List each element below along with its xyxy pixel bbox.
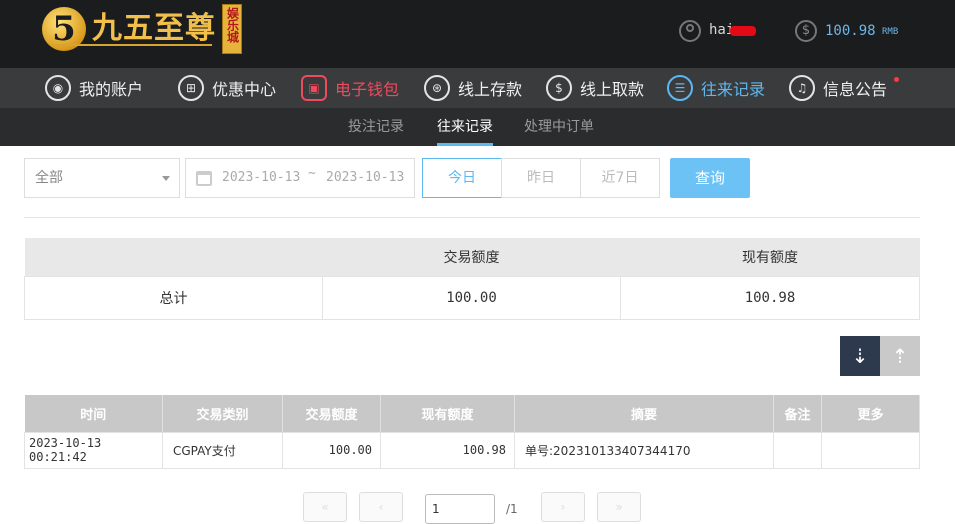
column-header-balance: 现有额度	[380, 395, 515, 432]
date-end: 2023-10-13	[326, 170, 405, 185]
column-header-remark: 备注	[773, 395, 822, 432]
records-table: 时间 交易类别 交易额度 现有额度 摘要 备注 更多 2023-10-13 00…	[24, 395, 920, 469]
nav-announcements[interactable]: ♫ 信息公告	[789, 68, 887, 108]
page-number-input[interactable]: 1	[425, 494, 495, 524]
table-row: 2023-10-13 00:21:42 CGPAY支付 100.00 100.9…	[24, 431, 920, 469]
nav-label: 线上存款	[458, 80, 523, 99]
bell-icon: ♫	[789, 75, 815, 101]
chevron-down-icon	[162, 176, 170, 181]
logo-text: 九五至尊	[92, 11, 216, 46]
summary-current-balance: 100.98	[620, 275, 920, 320]
nav-label: 信息公告	[823, 80, 888, 99]
type-select[interactable]: 全部	[24, 158, 180, 198]
column-header-time: 时间	[24, 395, 163, 432]
last-7-days-button[interactable]: 近7日	[580, 158, 660, 198]
logo-underline	[52, 44, 212, 46]
column-header-amount: 交易额度	[282, 395, 381, 432]
main-nav: ◉ 我的账户 ⊞ 优惠中心 ▣ 电子钱包 ⊛ 线上存款 $ 线上取款 ☰ 往来记…	[0, 68, 955, 108]
sort-descending-icon[interactable]: ⇣	[840, 336, 880, 376]
top-header: 5 九五至尊 娱乐城 hai $ 100.98 RMB	[0, 0, 955, 68]
summary-transaction-amount: 100.00	[322, 275, 621, 320]
nav-label: 往来记录	[701, 80, 766, 99]
nav-promotions[interactable]: ⊞ 优惠中心	[178, 68, 276, 108]
balance-amount: 100.98	[825, 23, 876, 39]
nav-label: 电子钱包	[335, 80, 400, 99]
nav-label: 我的账户	[79, 80, 144, 99]
nav-online-deposit[interactable]: ⊛ 线上存款	[424, 68, 522, 108]
tab-pending-orders[interactable]: 处理中订单	[524, 108, 594, 146]
records-header-row: 时间 交易类别 交易额度 现有额度 摘要 备注 更多	[24, 395, 920, 432]
next-page-button[interactable]: ›	[541, 492, 585, 522]
logo[interactable]: 5 九五至尊 娱乐城	[42, 4, 242, 54]
cell-type: CGPAY支付	[162, 431, 283, 469]
date-start: 2023-10-13	[222, 170, 301, 185]
cell-summary: 单号:202310133407344170	[514, 431, 774, 469]
first-page-button[interactable]: «	[303, 492, 347, 522]
tab-bet-records[interactable]: 投注记录	[348, 108, 404, 146]
tab-transaction-records[interactable]: 往来记录	[437, 108, 493, 146]
cell-amount: 100.00	[282, 431, 381, 469]
column-header-more: 更多	[821, 395, 920, 432]
nav-label: 线上取款	[580, 80, 645, 99]
sub-nav: 投注记录 往来记录 处理中订单	[0, 108, 955, 146]
yesterday-button[interactable]: 昨日	[501, 158, 581, 198]
column-header-summary: 摘要	[514, 395, 774, 432]
cell-remark	[773, 431, 822, 469]
user-avatar-icon	[679, 20, 701, 42]
nav-online-withdraw[interactable]: $ 线上取款	[546, 68, 644, 108]
prev-page-button[interactable]: ‹	[359, 492, 403, 522]
date-separator: ~	[308, 166, 316, 181]
date-range-input[interactable]: 2023-10-13 ~ 2023-10-13	[185, 158, 415, 198]
summary-row: 总计 100.00 100.98	[24, 275, 920, 320]
column-header-type: 交易类别	[162, 395, 283, 432]
balance-unit: RMB	[882, 27, 899, 37]
cell-time: 2023-10-13 00:21:42	[24, 431, 163, 469]
logo-badge: 娱乐城	[222, 4, 242, 54]
records-icon: ☰	[667, 75, 693, 101]
search-button[interactable]: 查询	[670, 158, 750, 198]
deposit-icon: ⊛	[424, 75, 450, 101]
sort-ascending-icon[interactable]: ⇡	[880, 336, 920, 376]
type-select-value: 全部	[35, 170, 63, 186]
withdraw-icon: $	[546, 75, 572, 101]
calendar-icon	[196, 171, 212, 186]
summary-label: 总计	[24, 275, 323, 320]
summary-header: 交易额度	[322, 238, 621, 276]
today-button[interactable]: 今日	[422, 158, 502, 198]
wallet-icon: ▣	[301, 75, 327, 101]
user-icon: ◉	[45, 75, 71, 101]
summary-header: 现有额度	[620, 238, 920, 276]
gift-icon: ⊞	[178, 75, 204, 101]
last-page-button[interactable]: »	[597, 492, 641, 522]
cell-more	[821, 431, 920, 469]
divider	[24, 217, 920, 218]
nav-label: 优惠中心	[212, 80, 277, 99]
summary-table: 交易额度 现有额度 总计 100.00 100.98	[24, 238, 920, 320]
nav-transaction-records[interactable]: ☰ 往来记录	[667, 68, 765, 108]
summary-header	[24, 238, 323, 276]
summary-header-row: 交易额度 现有额度	[24, 238, 920, 276]
dollar-icon: $	[795, 20, 817, 42]
page-total: /1	[506, 502, 518, 516]
cell-balance: 100.98	[380, 431, 515, 469]
nav-e-wallet[interactable]: ▣ 电子钱包	[301, 68, 399, 108]
notification-dot	[894, 77, 899, 82]
nav-my-account[interactable]: ◉ 我的账户	[45, 68, 143, 108]
redaction-mark	[730, 26, 756, 36]
